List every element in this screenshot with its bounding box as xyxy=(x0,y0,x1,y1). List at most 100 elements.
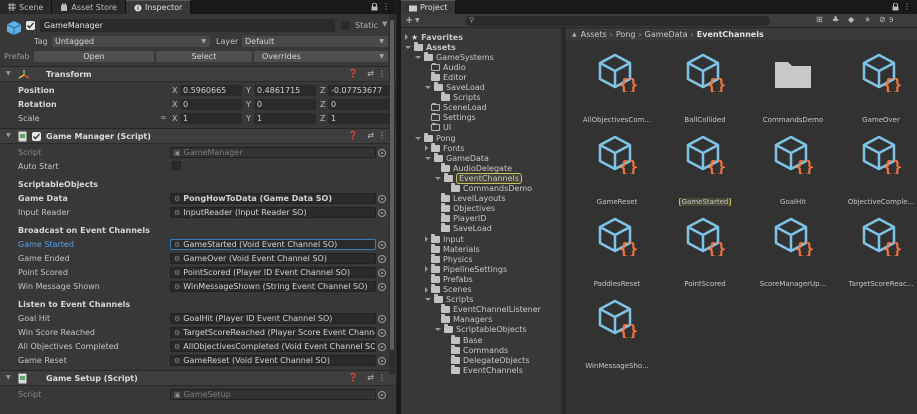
object-picker-icon[interactable] xyxy=(378,283,386,291)
scriptable-object-asset[interactable]: {} PointScored xyxy=(664,210,746,288)
kebab-menu-icon[interactable]: ⋮ xyxy=(903,2,911,11)
auto-start-checkbox[interactable] xyxy=(172,161,181,170)
inspector-scrollbar-thumb[interactable] xyxy=(390,20,394,350)
preset-sliders-icon[interactable]: ⇄ xyxy=(367,373,374,382)
object-picker-icon[interactable] xyxy=(378,195,386,203)
scriptable-object-asset[interactable]: {} GameReset xyxy=(576,128,658,206)
foldout-arrow-icon[interactable] xyxy=(425,156,431,160)
goal-hit-field[interactable]: ⚙ GoalHit (Player ID Event Channel SO) xyxy=(170,313,376,324)
rotation-z-field[interactable]: 0 xyxy=(328,99,396,110)
folder-asset[interactable]: CommandsDemo xyxy=(752,46,834,124)
tab-asset-store[interactable]: Asset Store xyxy=(52,0,126,14)
tree-item[interactable]: Base xyxy=(445,334,482,345)
enabled-checkbox[interactable] xyxy=(32,132,41,141)
tree-item[interactable]: ScriptableObjects xyxy=(435,324,527,335)
object-picker-icon[interactable] xyxy=(378,315,386,323)
input-reader-field[interactable]: ⚙ InputReader (Input Reader SO) xyxy=(170,207,376,218)
tree-item[interactable]: SceneLoad xyxy=(425,103,487,113)
win-score-reached-field[interactable]: ⚙ TargetScoreReached (Player Score Event … xyxy=(170,327,376,338)
tree-item[interactable]: LevelLayouts xyxy=(435,193,505,204)
overrides-dropdown[interactable]: Overrides ▼ xyxy=(254,51,388,62)
object-picker-icon[interactable] xyxy=(378,269,386,277)
tree-item[interactable]: Settings xyxy=(425,113,476,123)
foldout-arrow-icon[interactable] xyxy=(405,45,411,49)
tag-dropdown[interactable]: Untagged ▼ xyxy=(52,36,210,47)
breadcrumb-item[interactable]: Pong xyxy=(616,30,636,39)
foldout-arrow-icon[interactable]: ▼ xyxy=(6,374,11,381)
foldout-arrow-icon[interactable] xyxy=(435,328,441,332)
foldout-arrow-icon[interactable]: ▼ xyxy=(6,70,11,77)
foldout-arrow-icon[interactable] xyxy=(425,236,428,242)
scriptable-object-asset[interactable]: {} GoalHit xyxy=(752,128,834,206)
position-y-field[interactable]: 0.4861715 xyxy=(254,85,316,96)
all-objectives-completed-field[interactable]: ⚙ AllObjectivesCompleted (Void Event Chan… xyxy=(170,341,376,352)
foldout-arrow-icon[interactable]: ▼ xyxy=(6,132,11,139)
tree-item[interactable]: EventChannels xyxy=(445,364,523,375)
scriptable-object-asset[interactable]: {} ScoreManagerUp... xyxy=(752,210,834,288)
transform-header[interactable]: ▼ Transform ❓ ⇄ ⋮ xyxy=(0,66,396,82)
tree-item[interactable]: EventChannels xyxy=(435,172,522,184)
tree-item[interactable]: Fonts xyxy=(425,142,465,153)
game-ended-field[interactable]: ⚙ GameOver (Void Event Channel SO) xyxy=(170,253,376,264)
static-checkbox[interactable] xyxy=(341,21,350,30)
lock-icon[interactable] xyxy=(371,2,378,13)
tree-item[interactable]: Scenes xyxy=(425,284,472,295)
tree-item[interactable]: PlayerID xyxy=(435,213,486,224)
tree-item[interactable]: Physics xyxy=(425,253,473,264)
tree-item[interactable]: UI xyxy=(425,123,451,133)
object-picker-icon[interactable] xyxy=(378,209,386,217)
kebab-menu-icon[interactable]: ⋮ xyxy=(378,131,386,140)
foldout-arrow-icon[interactable] xyxy=(405,34,408,40)
tree-item[interactable]: AudioDelegate xyxy=(435,162,512,173)
search-input[interactable]: ⚲ xyxy=(465,16,770,26)
hidden-packages-icon[interactable]: ⊘ xyxy=(879,15,886,24)
game-reset-field[interactable]: ⚙ GameReset (Void Event Channel SO) xyxy=(170,355,376,366)
active-checkbox[interactable] xyxy=(26,21,35,30)
select-prefab-button[interactable]: Select xyxy=(156,51,252,62)
tree-item[interactable]: Materials xyxy=(425,243,480,254)
foldout-arrow-icon[interactable] xyxy=(425,286,428,293)
foldout-arrow-icon[interactable] xyxy=(425,145,428,152)
help-icon[interactable]: ❓ xyxy=(348,69,358,78)
tree-item[interactable]: GameSystems xyxy=(415,51,494,62)
kebab-menu-icon[interactable]: ⋮ xyxy=(382,2,390,11)
breadcrumb-item[interactable]: Assets xyxy=(581,30,607,39)
favorite-star-icon[interactable]: ★ xyxy=(864,15,871,24)
tree-item[interactable]: Commands xyxy=(445,344,508,355)
scene-search-icon[interactable]: ⊞ xyxy=(816,15,823,24)
tree-item[interactable]: CommandsDemo xyxy=(445,183,532,194)
game-setup-script-header[interactable]: ▼ Game Setup (Script) ❓ ⇄ ⋮ xyxy=(0,370,396,386)
scriptable-object-asset[interactable]: {} ObjectiveComple... xyxy=(840,128,917,206)
tree-item[interactable]: EventChannelListener xyxy=(435,304,541,315)
foldout-arrow-icon[interactable] xyxy=(425,86,431,89)
game-started-field[interactable]: ⚙ GameStarted (Void Event Channel SO) xyxy=(170,239,376,250)
position-z-field[interactable]: -0.07753677 xyxy=(328,85,396,96)
scriptable-object-asset[interactable]: {} GameStarted xyxy=(664,128,746,206)
tree-item[interactable]: SaveLoad xyxy=(425,82,485,93)
scriptable-object-asset[interactable]: {} AllObjectivesCom... xyxy=(576,46,658,124)
tree-item[interactable]: Scripts xyxy=(425,294,473,305)
scale-x-field[interactable]: 1 xyxy=(180,113,242,124)
help-icon[interactable]: ❓ xyxy=(348,373,358,382)
game-manager-script-header[interactable]: ▼ Game Manager (Script) ❓ ⇄ ⋮ xyxy=(0,128,396,144)
help-icon[interactable]: ❓ xyxy=(348,131,358,140)
tree-item[interactable]: Editor xyxy=(425,71,467,82)
filter-label-icon[interactable]: ◆ xyxy=(848,15,854,24)
tree-item[interactable]: Assets xyxy=(405,41,456,52)
foldout-arrow-icon[interactable] xyxy=(415,55,421,59)
tab-project[interactable]: Project xyxy=(401,0,457,14)
open-prefab-button[interactable]: Open xyxy=(34,51,154,62)
scriptable-object-asset[interactable]: {} TargetScoreReac... xyxy=(840,210,917,288)
link-icon[interactable]: ∞ xyxy=(160,113,167,122)
tree-item[interactable]: PipelineSettings xyxy=(425,263,507,274)
tree-item[interactable]: Objectives xyxy=(435,203,495,214)
tree-item[interactable]: ★ Favorites xyxy=(405,32,463,42)
layer-dropdown[interactable]: Default ▼ xyxy=(242,36,388,47)
object-picker-icon[interactable] xyxy=(378,343,386,351)
point-scored-field[interactable]: ⚙ PointScored (Player ID Event Channel SO… xyxy=(170,267,376,278)
kebab-menu-icon[interactable]: ⋮ xyxy=(378,69,386,78)
tree-item[interactable]: Prefabs xyxy=(425,273,473,284)
object-picker-icon[interactable] xyxy=(378,357,386,365)
kebab-menu-icon[interactable]: ⋮ xyxy=(378,373,386,382)
tree-item[interactable]: Managers xyxy=(435,314,492,325)
